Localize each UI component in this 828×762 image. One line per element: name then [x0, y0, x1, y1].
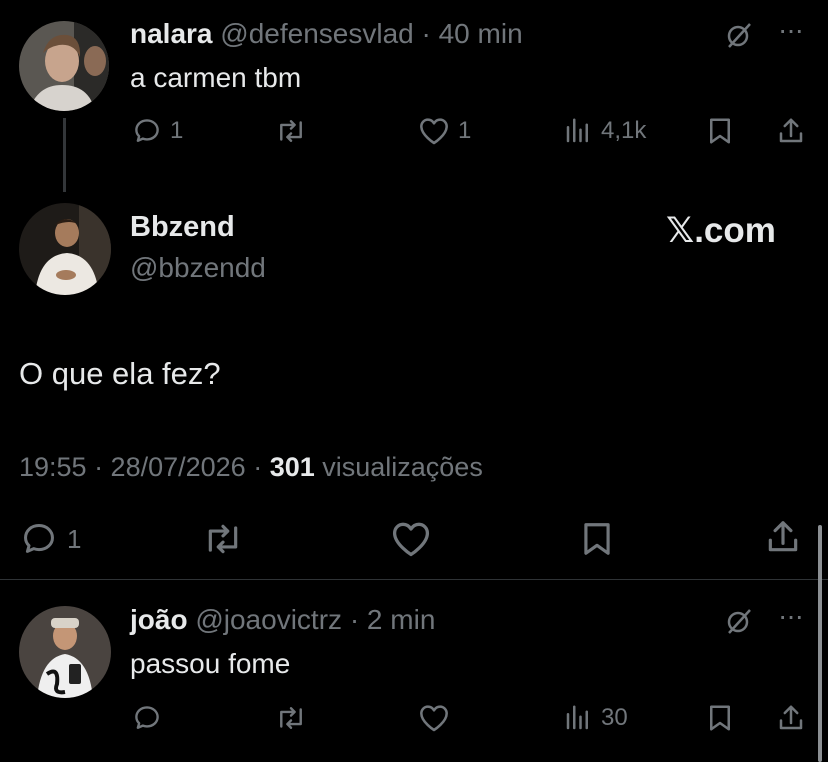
- share-button[interactable]: [776, 116, 806, 146]
- reply-header: nalara @defensesvlad · 40 min: [130, 18, 523, 50]
- like-count: 1: [458, 117, 472, 144]
- like-button[interactable]: 1: [418, 116, 471, 146]
- author-name[interactable]: Bbzend: [130, 211, 235, 244]
- reply-button[interactable]: 1: [132, 116, 183, 146]
- reply-count: 1: [67, 523, 82, 554]
- like-button[interactable]: [418, 703, 450, 733]
- reply-text: passou fome: [130, 648, 291, 679]
- repost-button[interactable]: [274, 116, 308, 146]
- bookmark-button[interactable]: [578, 520, 616, 558]
- share-icon: [779, 118, 803, 143]
- heart-icon: [420, 705, 448, 732]
- share-icon: [779, 705, 803, 730]
- avatar[interactable]: [19, 606, 111, 698]
- views-count: 4,1k: [601, 117, 647, 144]
- views-icon: [566, 118, 588, 143]
- views-label: visualizações: [314, 452, 483, 482]
- post-time[interactable]: 40 min: [439, 18, 523, 49]
- heart-icon: [420, 118, 448, 145]
- avatar[interactable]: [19, 203, 111, 295]
- repost-button[interactable]: [200, 520, 246, 558]
- divider: [0, 579, 828, 580]
- more-icon[interactable]: ···: [778, 14, 804, 46]
- post-time[interactable]: 2 min: [367, 604, 435, 635]
- author-handle[interactable]: @bbzendd: [130, 252, 266, 284]
- thread-line: [63, 118, 66, 192]
- repost-button[interactable]: [274, 703, 308, 733]
- share-button[interactable]: [764, 518, 802, 556]
- author-handle[interactable]: @defensesvlad: [220, 18, 413, 49]
- author-name[interactable]: nalara: [130, 18, 213, 49]
- repost-icon: [208, 524, 238, 554]
- separator: ·: [421, 18, 431, 49]
- bookmark-icon: [710, 118, 730, 144]
- views-count: 30: [601, 704, 628, 731]
- x-brand-logo: 𝕏.com: [666, 211, 776, 250]
- avatar[interactable]: [19, 21, 109, 111]
- author-name[interactable]: joão: [130, 604, 188, 635]
- reply-text: a carmen tbm: [130, 62, 302, 93]
- more-icon[interactable]: ···: [778, 600, 804, 632]
- post-text: O que ela fez?: [19, 356, 221, 391]
- views-icon: [566, 705, 588, 730]
- grok-icon[interactable]: [724, 20, 754, 50]
- reply-count: 1: [170, 117, 184, 144]
- like-button[interactable]: [389, 520, 433, 558]
- reply-icon: [135, 119, 159, 142]
- author-handle[interactable]: @joaovictrz: [195, 604, 342, 635]
- reply-button[interactable]: [132, 703, 162, 733]
- bookmark-icon: [584, 523, 610, 555]
- repost-icon: [280, 707, 302, 729]
- post-meta: 19:55 · 28/07/2026 · 301 visualizações: [19, 452, 483, 483]
- grok-icon[interactable]: [724, 606, 754, 636]
- bookmark-button[interactable]: [705, 116, 735, 146]
- reply-icon: [135, 706, 159, 729]
- scrollbar[interactable]: [818, 525, 822, 762]
- share-icon: [768, 521, 798, 552]
- reply-header: joão @joaovictrz · 2 min: [130, 604, 435, 636]
- bookmark-icon: [710, 705, 730, 731]
- share-button[interactable]: [776, 703, 806, 733]
- post-timestamp[interactable]: 19:55 · 28/07/2026 ·: [19, 452, 270, 482]
- views-count: 301: [269, 452, 315, 482]
- reply-icon: [24, 524, 54, 553]
- views-button[interactable]: 4,1k: [563, 116, 646, 146]
- repost-icon: [280, 120, 302, 142]
- views-button[interactable]: 30: [563, 703, 628, 733]
- heart-icon: [392, 522, 430, 557]
- bookmark-button[interactable]: [705, 703, 735, 733]
- separator: ·: [349, 604, 360, 635]
- reply-button[interactable]: 1: [19, 520, 81, 558]
